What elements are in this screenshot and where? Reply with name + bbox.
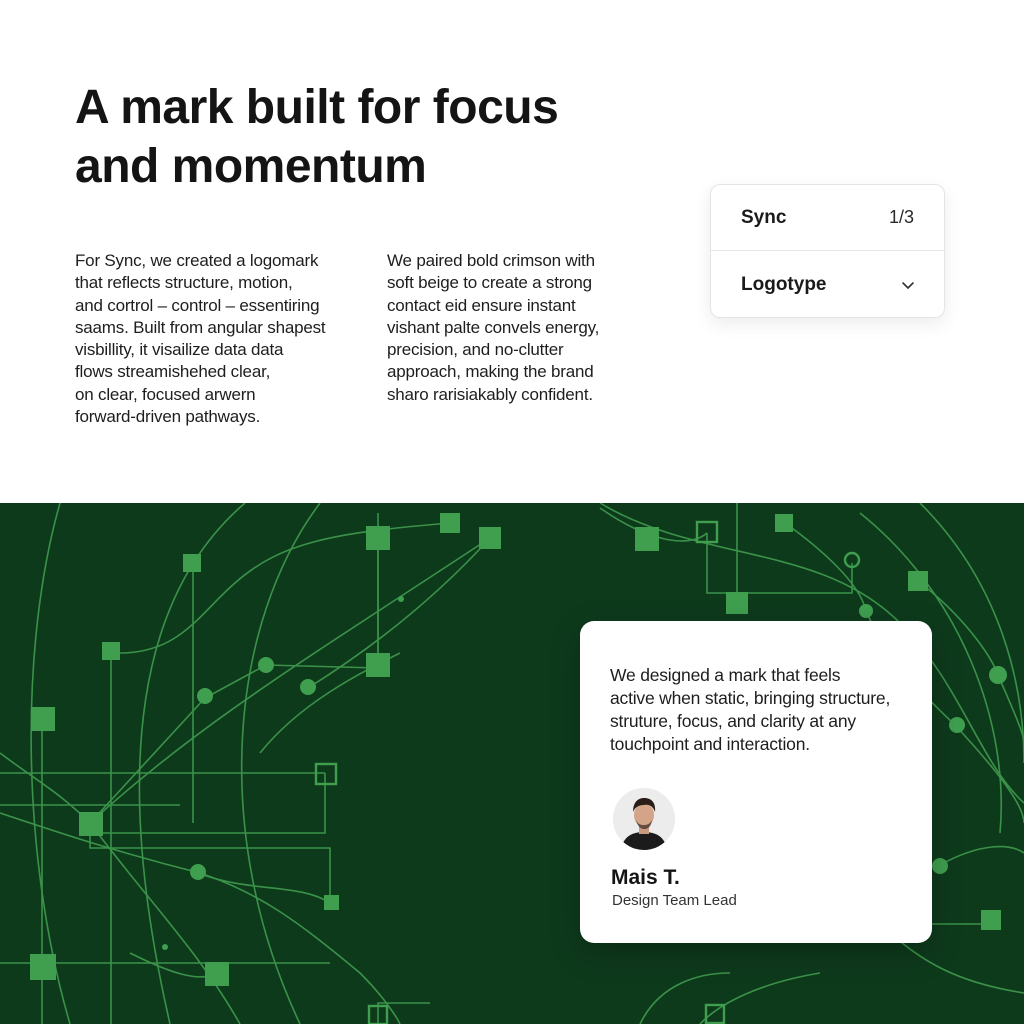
avatar — [613, 788, 675, 850]
quote-line: We designed a mark that feels — [610, 665, 841, 685]
headline-line: and momentum — [75, 140, 427, 193]
intro-left-line: flows streamishehed clear, — [75, 362, 271, 382]
intro-left-line: visbillity, it visailize data data — [75, 340, 284, 360]
intro-left-line: on clear, focused arwern — [75, 384, 256, 404]
intro-left-line: saams. Built from angular shapest — [75, 317, 326, 337]
intro-right-line: vishant palte convels energy, — [387, 317, 600, 337]
brand-label: Sync — [741, 206, 787, 228]
headline-line: A mark built for focus — [75, 81, 559, 134]
quote-line: active when static, bringing structure, — [610, 688, 891, 708]
intro-right-line: approach, making the brand — [387, 362, 594, 382]
intro-right-line: contact eid ensure instant — [387, 295, 576, 315]
intro-right-line: sharo rarisiakably confident. — [387, 384, 593, 404]
network-panel: We designed a mark that feels active whe… — [0, 503, 1024, 1024]
chevron-down-icon — [902, 282, 914, 289]
intro-right-line: We paired bold crimson with — [387, 251, 595, 270]
asset-dropdown[interactable]: Logotype — [711, 252, 944, 318]
brand-selector-card: Sync 1/3 Logotype — [710, 184, 945, 318]
brand-selector-row[interactable]: Sync 1/3 — [711, 185, 944, 251]
intro-right-line: soft beige to create a strong — [387, 273, 592, 293]
intro-right-paragraph: We paired bold crimson with soft beige t… — [387, 250, 637, 406]
intro-left-paragraph: For Sync, we created a logomark that ref… — [75, 250, 365, 428]
author-role: Design Team Lead — [612, 892, 737, 909]
testimonial-quote: We designed a mark that feels active whe… — [610, 664, 890, 756]
asset-label: Logotype — [741, 274, 827, 295]
testimonial-card: We designed a mark that feels active whe… — [580, 621, 932, 943]
quote-line: struture, focus, and clarity at any — [610, 711, 856, 731]
headline: A mark built for focus and momentum — [75, 78, 695, 196]
author-name: Mais T. — [611, 866, 680, 889]
intro-right-line: precision, and no-clutter — [387, 340, 564, 360]
quote-line: touchpoint and interaction. — [610, 734, 810, 754]
intro-left-line: For Sync, we created a logomark — [75, 251, 319, 270]
avatar-photo-icon — [613, 788, 675, 850]
intro-left-line: forward-driven pathways. — [75, 407, 261, 427]
intro-left-line: and cortrol – control – essentiring — [75, 295, 320, 315]
intro-left-line: that reflects structure, motion, — [75, 273, 293, 293]
page-counter: 1/3 — [888, 207, 914, 227]
